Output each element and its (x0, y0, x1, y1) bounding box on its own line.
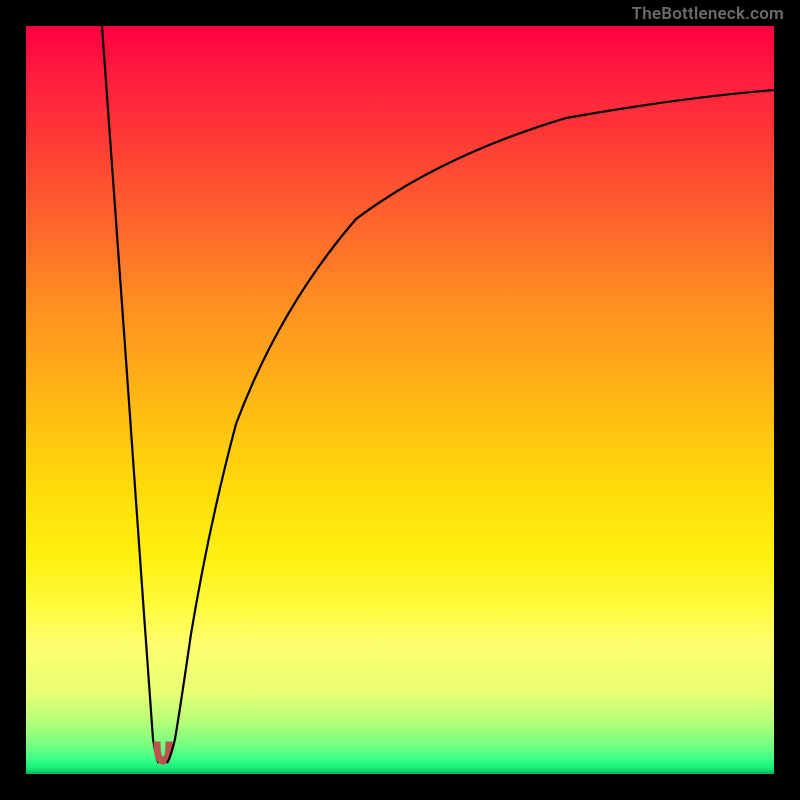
curve-right-arm (167, 90, 774, 763)
watermark-text: TheBottleneck.com (632, 4, 784, 24)
plot-frame (26, 26, 774, 774)
curve-left-arm (102, 26, 159, 763)
bottleneck-curve-layer (26, 26, 774, 774)
